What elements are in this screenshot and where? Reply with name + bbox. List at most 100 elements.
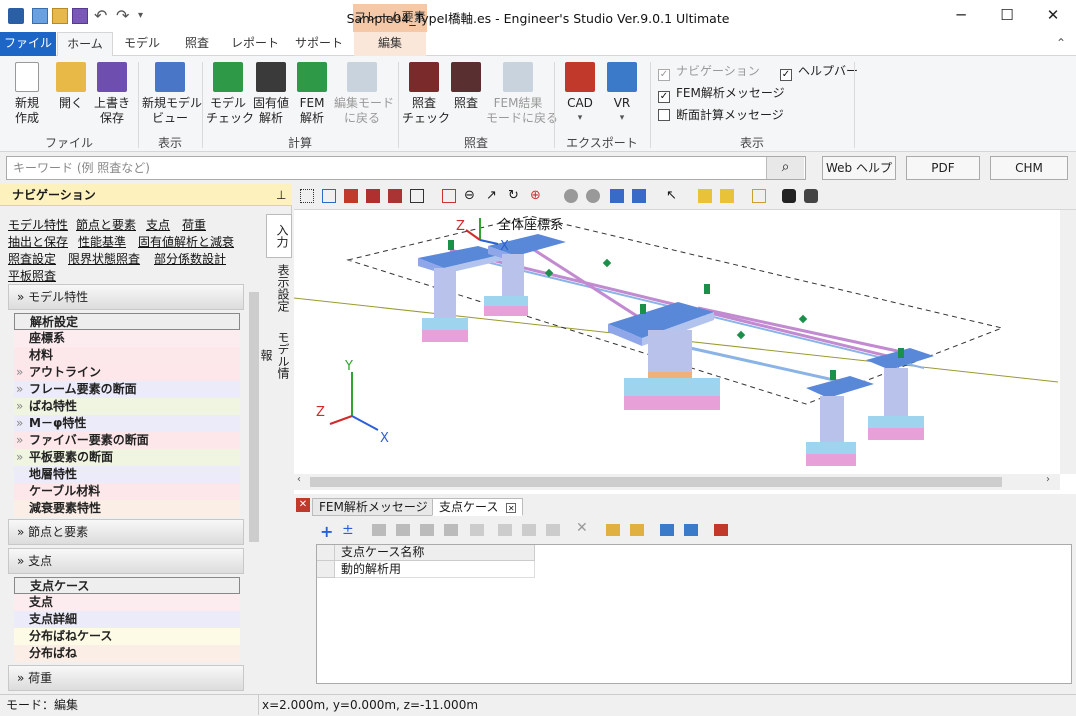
forward-icon[interactable] — [586, 189, 600, 203]
section-header-load[interactable]: » 荷重 — [8, 665, 244, 691]
filter-icon[interactable] — [630, 524, 644, 536]
tab-file[interactable]: ファイル — [0, 32, 56, 56]
chm-button[interactable]: CHM — [990, 156, 1068, 180]
insert-row-icon[interactable]: ± — [342, 522, 354, 538]
highlight-icon[interactable] — [698, 189, 712, 203]
zoom-out-icon[interactable]: ⊖ — [464, 189, 478, 203]
screenshot-icon[interactable] — [610, 189, 624, 203]
delete-icon[interactable]: ✕ — [576, 520, 588, 536]
navigation-checkbox[interactable]: ✓ ナビゲーション — [658, 62, 760, 81]
vr-button[interactable]: VR ▾ — [602, 62, 642, 126]
maximize-button[interactable]: ☐ — [984, 0, 1030, 30]
nav-link-eigen-damping[interactable]: 固有値解析と減衰 — [138, 233, 234, 250]
tab-support[interactable]: サポート — [288, 32, 350, 56]
pin-icon[interactable]: ⊥ — [276, 184, 286, 206]
grid-cell-name[interactable]: 動的解析用 — [335, 561, 535, 578]
view-front-icon[interactable] — [366, 189, 380, 203]
vtab-input[interactable]: 入力 — [266, 214, 292, 258]
fit-column-icon[interactable] — [660, 524, 674, 536]
target-icon[interactable]: ⊕ — [530, 189, 544, 203]
nav-item-distributed-spring-case[interactable]: 分布ばねケース — [14, 628, 240, 645]
tab-check[interactable]: 照査 — [170, 32, 224, 56]
nav-item-support-detail[interactable]: 支点詳細 — [14, 611, 240, 628]
eigen-analysis-button[interactable]: 固有値 解析 — [250, 62, 292, 126]
row-header[interactable] — [317, 561, 335, 578]
model-3d-view[interactable]: Y X Z Z X 全体座標系 — [294, 210, 1076, 494]
nav-link-plate-check[interactable]: 平板照査 — [8, 267, 56, 284]
section-message-checkbox[interactable]: 断面計算メッセージ — [658, 106, 784, 124]
fem-analysis-button[interactable]: FEM 解析 — [292, 62, 332, 126]
nav-link-check-settings[interactable]: 照査設定 — [8, 250, 56, 267]
nav-link-load[interactable]: 荷重 — [182, 216, 206, 233]
nav-item-analysis-settings[interactable]: 解析設定 — [14, 313, 240, 330]
nav-scrollbar-thumb[interactable] — [249, 292, 259, 542]
search-input[interactable] — [6, 156, 806, 180]
pointer-icon[interactable]: ↖ — [666, 189, 680, 203]
minimize-button[interactable]: ─ — [938, 0, 984, 30]
new-button[interactable]: 新規 作成 — [6, 62, 48, 126]
move-down-icon[interactable] — [396, 524, 410, 536]
nav-item-coords[interactable]: 座標系 — [14, 330, 240, 347]
add-row-icon[interactable]: + — [320, 522, 333, 541]
close-panel-icon[interactable]: ✕ — [296, 498, 310, 512]
nav-item-support[interactable]: 支点 — [14, 594, 240, 611]
nav-link-support[interactable]: 支点 — [146, 216, 170, 233]
close-tab-icon[interactable]: ✕ — [506, 503, 517, 513]
pdf-button[interactable]: PDF — [906, 156, 980, 180]
section-header-nodes[interactable]: » 節点と要素 — [8, 519, 244, 545]
nav-item-frame-section[interactable]: » フレーム要素の断面 — [14, 381, 240, 398]
tab-edit[interactable]: 編集 — [354, 32, 426, 56]
nav-link-model[interactable]: モデル特性 — [8, 216, 68, 233]
nav-link-limit-state[interactable]: 限界状態照査 — [68, 250, 140, 267]
camera-icon[interactable] — [782, 189, 796, 203]
nav-item-outline[interactable]: » アウトライン — [14, 364, 240, 381]
nav-item-damping-element[interactable]: 減衰要素特性 — [14, 500, 240, 517]
nav-item-cable-material[interactable]: ケーブル材料 — [14, 483, 240, 500]
fit-all-columns-icon[interactable] — [684, 524, 698, 536]
view-vscrollbar[interactable] — [1060, 210, 1076, 474]
pan-icon[interactable]: ↗ — [486, 189, 500, 203]
save-button[interactable]: 上書き 保存 — [92, 62, 132, 126]
fem-result-button[interactable]: FEM結果 モードに戻る — [486, 62, 558, 126]
tab-home[interactable]: ホーム — [57, 32, 113, 57]
find-row-icon[interactable] — [606, 524, 620, 536]
nav-item-distributed-spring[interactable]: 分布ばね — [14, 645, 240, 662]
cad-button[interactable]: CAD ▾ — [560, 62, 600, 126]
view-hscrollbar-thumb[interactable] — [310, 477, 1002, 487]
select-node-icon[interactable] — [300, 189, 314, 203]
tab-model[interactable]: モデル — [114, 32, 170, 56]
nav-link-performance[interactable]: 性能基準 — [78, 233, 126, 250]
multi-select-icon[interactable] — [720, 189, 734, 203]
export-grid-icon[interactable] — [714, 524, 728, 536]
collapse-ribbon-icon[interactable]: ⌃ — [1056, 36, 1066, 50]
nav-item-m-phi[interactable]: » M－φ特性 — [14, 415, 240, 432]
back-icon[interactable] — [564, 189, 578, 203]
nav-link-extract[interactable]: 抽出と保存 — [8, 233, 68, 250]
tab-report[interactable]: レポート — [226, 32, 284, 56]
find-icon[interactable] — [752, 189, 766, 203]
move-top-icon[interactable] — [420, 524, 434, 536]
close-button[interactable]: ✕ — [1030, 0, 1076, 30]
nav-item-fiber-section[interactable]: » ファイバー要素の断面 — [14, 432, 240, 449]
tab-support-case[interactable]: 支点ケース ✕ — [432, 498, 524, 516]
search-icon[interactable]: ⌕ — [766, 157, 804, 179]
zoom-in-icon[interactable] — [442, 189, 456, 203]
sort-icon[interactable] — [470, 524, 484, 536]
check-check-button[interactable]: 照査 チェック — [402, 62, 450, 126]
info-icon[interactable] — [632, 189, 646, 203]
web-help-button[interactable]: Web ヘルプ — [822, 156, 896, 180]
nav-item-stratum[interactable]: 地層特性 — [14, 466, 240, 483]
scroll-right-icon[interactable]: › — [1046, 474, 1050, 485]
vtab-display-settings[interactable]: 表示設定 — [266, 258, 292, 318]
vtab-model-info[interactable]: モデル情報 — [259, 320, 292, 390]
check-button[interactable]: 照査 — [446, 62, 486, 111]
copy-icon[interactable] — [498, 524, 512, 536]
view-side-icon[interactable] — [388, 189, 402, 203]
scroll-left-icon[interactable]: ‹ — [297, 474, 301, 485]
fit-view-icon[interactable] — [322, 189, 336, 203]
paste-special-icon[interactable] — [546, 524, 560, 536]
camera-copy-icon[interactable] — [804, 189, 818, 203]
nav-link-nodes[interactable]: 節点と要素 — [76, 216, 136, 233]
view-iso-icon[interactable] — [344, 189, 358, 203]
nav-item-plate-section[interactable]: » 平板要素の断面 — [14, 449, 240, 466]
